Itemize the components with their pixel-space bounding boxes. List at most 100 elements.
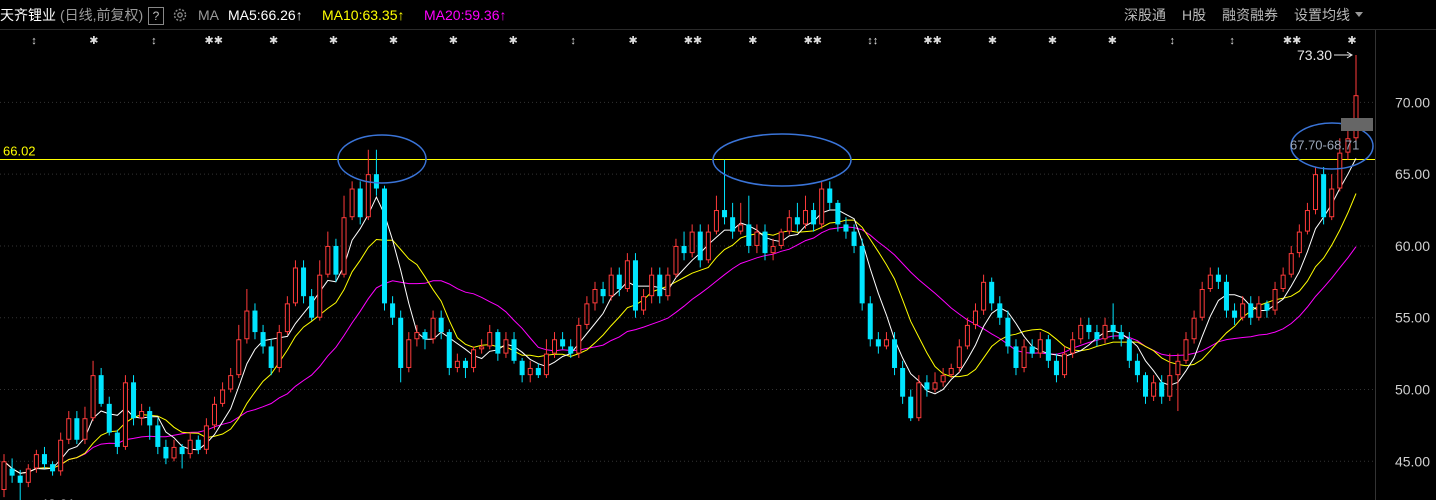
candle-body bbox=[373, 174, 379, 189]
candle-down bbox=[1232, 303, 1238, 325]
candle-up bbox=[665, 267, 671, 301]
candle-body bbox=[1183, 339, 1189, 361]
candle-up bbox=[1191, 310, 1197, 344]
candle-body bbox=[1296, 231, 1302, 254]
candle-down bbox=[74, 411, 80, 445]
candle-down bbox=[106, 396, 112, 436]
candle-up bbox=[786, 210, 792, 235]
candle-down bbox=[859, 238, 865, 311]
candlestick-chart[interactable]: 45.00 50.00 55.00 60.00 65.00 70.00 66.02 73.30… bbox=[0, 0, 1436, 500]
candle-body bbox=[1062, 353, 1068, 376]
candle-down bbox=[535, 363, 541, 379]
candle-body bbox=[438, 317, 444, 333]
candle-down bbox=[632, 253, 638, 318]
candle-body bbox=[422, 332, 428, 340]
candle-down bbox=[900, 360, 906, 404]
candle-up bbox=[527, 360, 533, 383]
candle-down bbox=[811, 202, 817, 232]
candle-body bbox=[552, 339, 558, 354]
candle-body bbox=[754, 231, 760, 246]
candle-body bbox=[1151, 382, 1157, 397]
candle-down bbox=[1134, 353, 1140, 383]
candle-body bbox=[924, 382, 930, 390]
candle-body bbox=[592, 289, 598, 304]
candle-down bbox=[875, 332, 881, 354]
candle-body bbox=[187, 439, 193, 455]
candle-down bbox=[41, 446, 47, 469]
candle-up bbox=[940, 367, 946, 387]
candle-up bbox=[883, 332, 889, 350]
candle-up bbox=[284, 296, 290, 335]
candle-down bbox=[131, 375, 137, 426]
candle-body bbox=[835, 202, 841, 225]
candle-body bbox=[284, 303, 290, 333]
candle-up bbox=[932, 372, 938, 393]
candle-body bbox=[471, 349, 477, 368]
candle-body bbox=[908, 396, 914, 419]
event-marker-icon: ✱ bbox=[628, 35, 637, 47]
event-marker-icon: ↕ bbox=[570, 35, 576, 47]
candle-body bbox=[276, 332, 282, 368]
candle-up bbox=[82, 406, 88, 445]
candle-body bbox=[964, 324, 970, 347]
candle-body bbox=[462, 360, 468, 368]
candle-body bbox=[17, 475, 23, 483]
candle-body bbox=[778, 231, 784, 246]
y-tick-label: 45.00 bbox=[1395, 453, 1430, 469]
candle-body bbox=[916, 382, 922, 419]
candle-body bbox=[1329, 188, 1335, 218]
candle-down bbox=[657, 267, 663, 304]
candle-body bbox=[1280, 274, 1286, 290]
candle-down bbox=[851, 224, 857, 254]
candle-down bbox=[1321, 166, 1327, 225]
candle-down bbox=[9, 458, 15, 483]
event-marker-icon: ✱ bbox=[329, 35, 338, 47]
candle-body bbox=[1304, 210, 1310, 232]
candle-up bbox=[171, 439, 177, 462]
candle-body bbox=[851, 231, 857, 246]
candle-body bbox=[892, 339, 898, 368]
event-marker-icon: ✱✱ bbox=[923, 35, 941, 47]
candle-up bbox=[244, 289, 250, 344]
candle-down bbox=[309, 289, 315, 321]
candle-body bbox=[341, 217, 347, 275]
event-marker-icon: ✱ bbox=[509, 35, 518, 47]
candle-body bbox=[1078, 324, 1084, 340]
candle-body bbox=[705, 231, 711, 261]
candle-up bbox=[25, 464, 31, 488]
candle-body bbox=[932, 382, 938, 390]
candle-down bbox=[892, 332, 898, 376]
candle-down bbox=[697, 224, 703, 268]
candle-body bbox=[1102, 324, 1108, 340]
candle-body bbox=[317, 274, 323, 318]
candle-down bbox=[794, 202, 800, 232]
y-tick-label: 65.00 bbox=[1395, 166, 1430, 182]
candle-body bbox=[802, 210, 808, 225]
y-tick-label: 70.00 bbox=[1395, 94, 1430, 110]
event-marker-icon: ✱✱ bbox=[804, 35, 822, 47]
candle-body bbox=[1313, 174, 1319, 211]
candle-body bbox=[673, 245, 679, 275]
candle-body bbox=[1175, 360, 1181, 376]
candle-body bbox=[770, 245, 776, 254]
event-marker-icon: ✱ bbox=[1108, 35, 1117, 47]
candle-up bbox=[187, 432, 193, 459]
candle-up bbox=[220, 382, 226, 407]
candle-body bbox=[681, 245, 687, 254]
candle-down bbox=[495, 329, 501, 361]
candle-body bbox=[972, 310, 979, 325]
candle-body bbox=[641, 296, 647, 311]
candle-body bbox=[1240, 303, 1246, 318]
candle-body bbox=[600, 289, 606, 297]
candle-down bbox=[827, 181, 833, 211]
candle-body bbox=[74, 418, 80, 440]
candle-down bbox=[17, 469, 23, 500]
candle-body bbox=[859, 245, 865, 304]
candle-body bbox=[786, 217, 792, 232]
candle-body bbox=[948, 367, 954, 376]
candle-up bbox=[1256, 296, 1262, 321]
candle-body bbox=[535, 367, 541, 376]
candle-body bbox=[203, 425, 209, 450]
candle-body bbox=[1053, 360, 1059, 376]
candle-body bbox=[114, 432, 120, 447]
